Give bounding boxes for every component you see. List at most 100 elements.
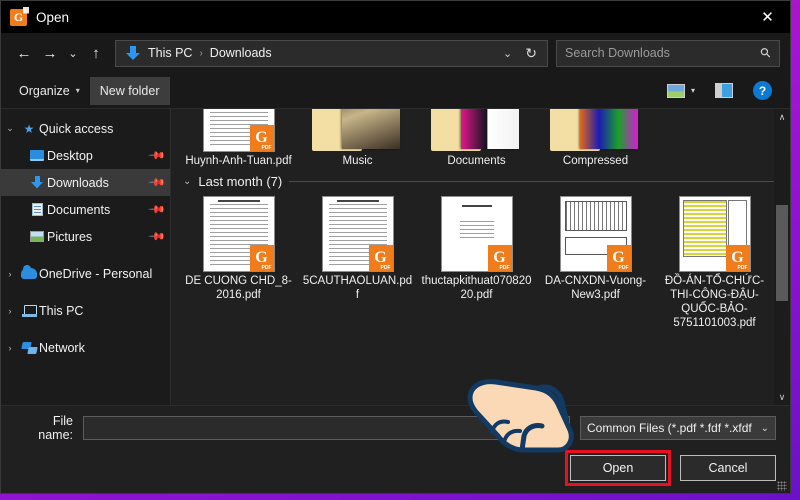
search-input[interactable]: Search Downloads ⚲	[556, 39, 780, 67]
help-button[interactable]: ?	[743, 77, 782, 105]
folder-icon	[430, 109, 523, 151]
file-name-label: Huynh-Anh-Tuan.pdf	[185, 155, 292, 167]
folder-item[interactable]: Documents	[417, 109, 536, 168]
sidebar-label-network: Network	[39, 340, 85, 355]
recent-locations-icon[interactable]: ⌄	[63, 38, 83, 68]
close-icon[interactable]: ✕	[745, 1, 790, 33]
cancel-button[interactable]: Cancel	[680, 455, 776, 481]
file-item[interactable]: G PDF DA-CNXDN-Vuong-New3.pdf	[536, 191, 655, 330]
pdf-thumbnail: G PDF	[203, 197, 274, 271]
sidebar-label-documents: Documents	[47, 202, 111, 217]
cancel-button-label: Cancel	[708, 461, 748, 475]
pdf-thumbnail: G PDF	[679, 197, 750, 271]
dialog-body: ⌄ ★ Quick access Desktop 📌 Downloads 📌 D…	[1, 109, 790, 405]
thumbnail: G PDF	[308, 195, 408, 271]
title-bar: G Open ✕	[1, 1, 790, 33]
file-item[interactable]: G PDF ĐỒ-ÁN-TỔ-CHỨC-THI-CÔNG-ĐẬU-QUỐC-BẢ…	[655, 191, 774, 330]
pin-icon[interactable]: 📌	[148, 200, 167, 219]
pin-icon[interactable]: 📌	[148, 173, 167, 192]
file-name-label-text: File name:	[38, 414, 73, 442]
chevron-right-icon[interactable]: ›	[1, 343, 19, 353]
sidebar-item-documents[interactable]: Documents 📌	[1, 196, 170, 223]
file-name-input[interactable]	[83, 416, 570, 440]
organize-button[interactable]: Organize ▾	[9, 77, 90, 105]
open-button[interactable]: Open	[565, 450, 671, 486]
gaaiho-pdf-icon: G	[10, 8, 27, 26]
pdf-badge-icon: G PDF	[606, 245, 631, 271]
resize-grip[interactable]	[777, 481, 787, 491]
pdf-thumbnail: G PDF	[322, 197, 393, 271]
pc-icon	[19, 304, 39, 317]
sidebar-item-onedrive[interactable]: › OneDrive - Personal	[1, 260, 170, 287]
open-file-dialog: G Open ✕ ← → ⌄ ↑ This PC › Downloads ⌄ ↻…	[0, 0, 791, 494]
pdf-thumbnail: G PDF	[560, 197, 631, 271]
breadcrumb[interactable]: This PC › Downloads ⌄ ↻	[115, 39, 548, 67]
thumbnail	[427, 109, 527, 151]
back-button[interactable]: ←	[11, 38, 37, 68]
scroll-up-button[interactable]: ∧	[774, 109, 790, 125]
up-button[interactable]: ↑	[83, 38, 109, 68]
network-icon	[19, 341, 39, 354]
file-name-label: Documents	[447, 155, 506, 167]
breadcrumb-separator-icon: ›	[199, 47, 203, 59]
forward-button[interactable]: →	[37, 38, 63, 68]
scroll-down-button[interactable]: ∨	[774, 389, 790, 405]
sidebar-item-this-pc[interactable]: › This PC	[1, 297, 170, 324]
sidebar-item-pictures[interactable]: Pictures 📌	[1, 223, 170, 250]
breadcrumb-dropdown-icon[interactable]: ⌄	[496, 47, 519, 60]
file-item[interactable]: G PDF Huynh-Anh-Tuan.pdf	[179, 109, 298, 168]
pdf-thumbnail: G PDF	[203, 109, 274, 151]
chevron-down-icon[interactable]: ⌄	[183, 176, 191, 187]
group-divider	[289, 181, 778, 182]
star-icon: ★	[23, 121, 35, 136]
new-folder-button[interactable]: New folder	[89, 76, 170, 105]
folder-item[interactable]: Music	[298, 109, 417, 168]
address-bar: ← → ⌄ ↑ This PC › Downloads ⌄ ↻ Search D…	[1, 33, 790, 73]
folder-item[interactable]: Compressed	[536, 109, 655, 168]
chevron-down-icon[interactable]: ⌄	[1, 123, 19, 134]
group-header-label: Last month (7)	[198, 174, 283, 189]
sidebar-label-downloads: Downloads	[47, 175, 109, 190]
file-name-row: File name: Common Files (*.pdf *.fdf *.x…	[15, 406, 776, 450]
group-header-last-month[interactable]: ⌄ Last month (7)	[171, 168, 790, 191]
preview-pane-button[interactable]	[705, 77, 743, 105]
file-type-dropdown[interactable]: Common Files (*.pdf *.fdf *.xfdf ⌄	[580, 416, 776, 440]
breadcrumb-item-this-pc[interactable]: This PC	[146, 46, 194, 60]
file-name-label: 5CAUTHAOLUAN.pdf	[302, 275, 413, 301]
pin-icon[interactable]: 📌	[148, 227, 167, 246]
file-item[interactable]: G PDF thuctapkithuat07082020.pdf	[417, 191, 536, 330]
chevron-down-icon: ▾	[75, 86, 80, 95]
cloud-icon	[19, 265, 39, 279]
change-view-button[interactable]: ▾	[657, 77, 705, 105]
file-row-top: G PDF Huynh-Anh-Tuan.pdf Music Documents…	[171, 109, 790, 168]
new-folder-label: New folder	[99, 83, 160, 98]
chevron-right-icon[interactable]: ›	[1, 269, 19, 279]
file-name-label: ĐỒ-ÁN-TỔ-CHỨC-THI-CÔNG-ĐẬU-QUỐC-BẢO-5751…	[664, 275, 765, 329]
chevron-right-icon[interactable]: ›	[1, 306, 19, 316]
dialog-buttons: Open Cancel	[15, 450, 776, 486]
pdf-badge-icon: G PDF	[249, 245, 274, 271]
file-item[interactable]: G PDF 5CAUTHAOLUAN.pdf	[298, 191, 417, 330]
file-name-label: DE CUONG CHD_8-2016.pdf	[185, 275, 292, 301]
dialog-footer: File name: Common Files (*.pdf *.fdf *.x…	[1, 405, 790, 493]
pdf-badge-icon: G PDF	[725, 245, 750, 271]
navigation-pane: ⌄ ★ Quick access Desktop 📌 Downloads 📌 D…	[1, 109, 170, 405]
sidebar-item-quick-access[interactable]: ⌄ ★ Quick access	[1, 115, 170, 142]
file-name-label: DA-CNXDN-Vuong-New3.pdf	[544, 275, 647, 301]
thumbnail: G PDF	[189, 195, 289, 271]
thumbnail: G PDF	[546, 195, 646, 271]
pdf-badge-icon: G PDF	[249, 125, 274, 151]
sidebar-item-network[interactable]: › Network	[1, 334, 170, 361]
desktop-background: G Open ✕ ← → ⌄ ↑ This PC › Downloads ⌄ ↻…	[0, 0, 800, 500]
file-list-view[interactable]: G PDF Huynh-Anh-Tuan.pdf Music Documents…	[170, 109, 790, 405]
sidebar-item-downloads[interactable]: Downloads 📌	[1, 169, 170, 196]
pin-icon[interactable]: 📌	[148, 146, 167, 165]
vertical-scrollbar[interactable]: ∧ ∨	[774, 109, 790, 405]
sidebar-item-desktop[interactable]: Desktop 📌	[1, 142, 170, 169]
refresh-icon[interactable]: ↻	[519, 45, 543, 62]
scrollbar-thumb[interactable]	[776, 205, 788, 301]
file-item[interactable]: G PDF DE CUONG CHD_8-2016.pdf	[179, 191, 298, 330]
thumbnail: G PDF	[189, 109, 289, 151]
breadcrumb-item-downloads[interactable]: Downloads	[208, 46, 274, 60]
